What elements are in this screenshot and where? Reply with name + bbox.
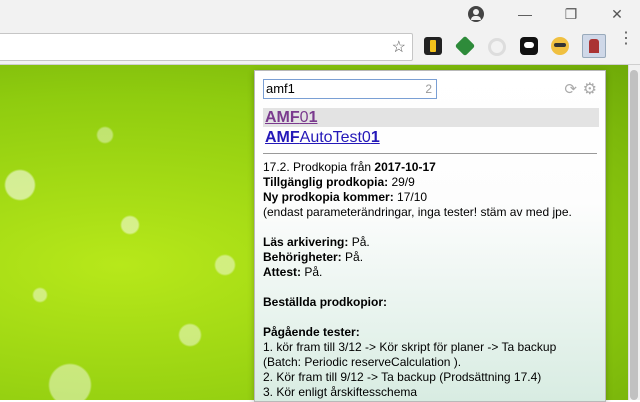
extension-icon-3[interactable]: [488, 38, 506, 56]
search-input[interactable]: amf1 2: [263, 79, 437, 99]
extension-icon-4[interactable]: [520, 37, 538, 55]
result-item-selected[interactable]: AMF01: [263, 108, 599, 127]
info-line: 3. Kör enligt årskiftesschema: [263, 385, 418, 399]
close-button[interactable]: ✕: [594, 0, 640, 28]
info-value: 29/9: [388, 175, 415, 189]
bookmark-star-icon[interactable]: ☆: [392, 37, 406, 57]
minimize-button[interactable]: —: [502, 0, 548, 28]
info-line: Pågående tester:: [263, 325, 601, 340]
result-tail: 1: [308, 109, 318, 126]
info-line: Ny prodkopia kommer: 17/10: [263, 190, 601, 205]
info-line: Tillgänglig prodkopia: 29/9: [263, 175, 601, 190]
restore-button[interactable]: ❐: [548, 0, 594, 28]
extension-popup: amf1 2 ⟳ ⚙ AMF01 AMFAutoTest01 17.2. Pro…: [254, 70, 606, 402]
info-line: Behörigheter: På.: [263, 250, 601, 265]
scrollbar-thumb[interactable]: [630, 70, 638, 400]
browser-menu-icon[interactable]: ⋮: [618, 31, 634, 47]
info-date: 2017-10-17: [374, 160, 436, 174]
extension-icon-1[interactable]: [424, 37, 442, 55]
info-label: Pågående tester:: [263, 325, 360, 339]
result-rest: 0: [299, 109, 309, 126]
info-value: På.: [341, 250, 364, 264]
result-item[interactable]: AMFAutoTest01: [263, 128, 599, 147]
info-value: På.: [348, 235, 370, 249]
result-bold: AMF: [265, 129, 300, 146]
gear-icon[interactable]: ⚙: [583, 79, 597, 99]
divider: [263, 153, 597, 154]
info-label: Beställda prodkopior:: [263, 295, 388, 309]
search-value: amf1: [266, 81, 295, 96]
result-rest: AutoTest0: [299, 129, 371, 146]
active-extension-icon[interactable]: [582, 34, 606, 58]
window-titlebar: — ❐ ✕: [0, 0, 640, 28]
info-text: 17.2. Prodkopia från: [263, 160, 375, 174]
info-line: 1. kör fram till 3/12 -> Kör skript för …: [263, 340, 557, 354]
info-line: Beställda prodkopior:: [263, 295, 601, 310]
info-value: 17/10: [393, 190, 428, 204]
info-label: Läs arkivering:: [263, 235, 349, 249]
info-line: 2. Kör fram till 9/12 -> Ta backup (Prod…: [263, 370, 542, 384]
info-label: Ny prodkopia kommer:: [263, 190, 394, 204]
extension-icon-2[interactable]: [454, 35, 476, 57]
info-line: Attest: På.: [263, 265, 601, 280]
info-label: Attest:: [263, 265, 301, 279]
info-line: Läs arkivering: På.: [263, 235, 601, 250]
info-value: På.: [301, 265, 323, 279]
info-line: (Batch: Periodic reserveCalculation ).: [263, 355, 462, 369]
info-label: Behörigheter:: [263, 250, 342, 264]
info-panel: 17.2. Prodkopia från 2017-10-17 Tillgäng…: [263, 160, 601, 400]
match-count: 2: [425, 82, 432, 96]
browser-toolbar: ☆ ⋮: [0, 28, 640, 65]
info-line: (endast parameterändringar, inga tester!…: [263, 205, 572, 219]
result-tail: 1: [370, 129, 380, 146]
info-line: 17.2. Prodkopia från 2017-10-17: [263, 160, 601, 175]
extension-icon-5[interactable]: [551, 37, 569, 55]
profile-icon[interactable]: [468, 6, 484, 22]
address-bar[interactable]: ☆: [0, 33, 413, 61]
result-bold: AMF: [265, 109, 300, 126]
info-label: Tillgänglig prodkopia:: [263, 175, 389, 189]
refresh-icon[interactable]: ⟳: [564, 80, 577, 98]
